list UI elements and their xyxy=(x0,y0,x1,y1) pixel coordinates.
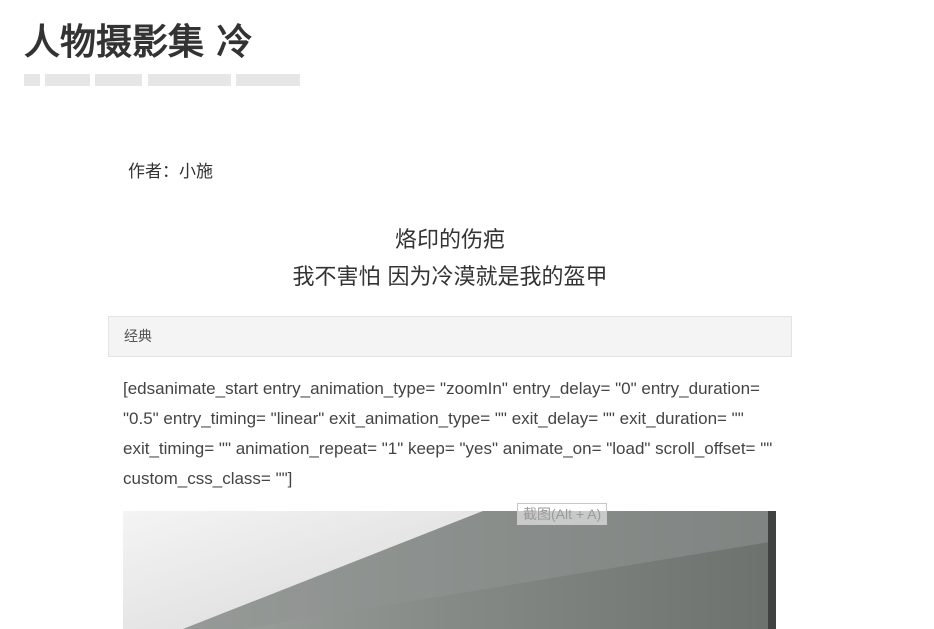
shortcode-paragraph: [edsanimate_start entry_animation_type= … xyxy=(123,379,773,488)
tab-bar: 经典 xyxy=(108,316,792,357)
meta-placeholder-bar xyxy=(148,74,231,86)
photo-image xyxy=(123,511,776,629)
subtitle-line-2: 我不害怕 因为冷漠就是我的盔甲 xyxy=(292,265,608,290)
tab-classic[interactable]: 经典 xyxy=(124,327,152,347)
portrait-photo xyxy=(123,511,776,629)
meta-placeholder-bar xyxy=(45,74,90,86)
meta-placeholder-bar xyxy=(236,74,300,86)
author-line: 作者：小施 xyxy=(128,162,213,182)
meta-placeholder-bar xyxy=(24,74,40,86)
subtitle-line-1: 烙印的伤疤 xyxy=(394,228,505,253)
page-title: 人物摄影集 冷 xyxy=(24,22,253,63)
screenshot-shortcut-tooltip: 截图(Alt + A) xyxy=(517,503,608,525)
meta-placeholder-bar xyxy=(95,74,142,86)
